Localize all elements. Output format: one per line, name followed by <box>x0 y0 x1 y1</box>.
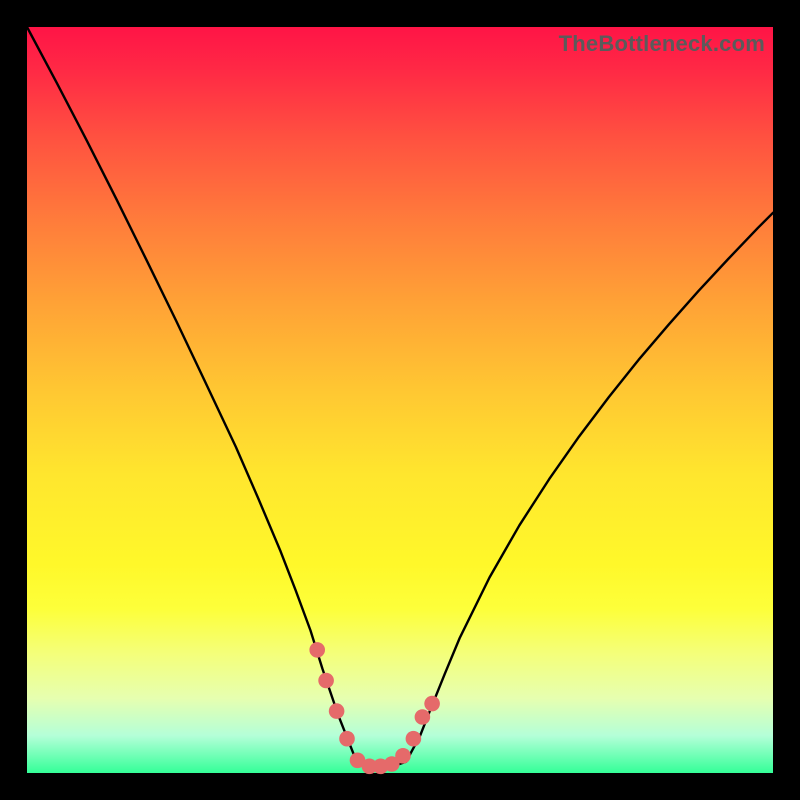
curve-marker <box>406 731 422 747</box>
curve-marker <box>309 642 325 658</box>
curve-marker <box>395 748 411 764</box>
curve-marker <box>329 703 345 719</box>
curve-marker <box>318 673 334 689</box>
bottleneck-curve <box>27 27 773 768</box>
curve-marker <box>424 696 440 712</box>
chart-svg <box>27 27 773 773</box>
plot-area: TheBottleneck.com <box>27 27 773 773</box>
curve-markers <box>309 642 440 774</box>
curve-marker <box>415 709 431 725</box>
chart-container: TheBottleneck.com <box>0 0 800 800</box>
curve-marker <box>339 731 355 747</box>
